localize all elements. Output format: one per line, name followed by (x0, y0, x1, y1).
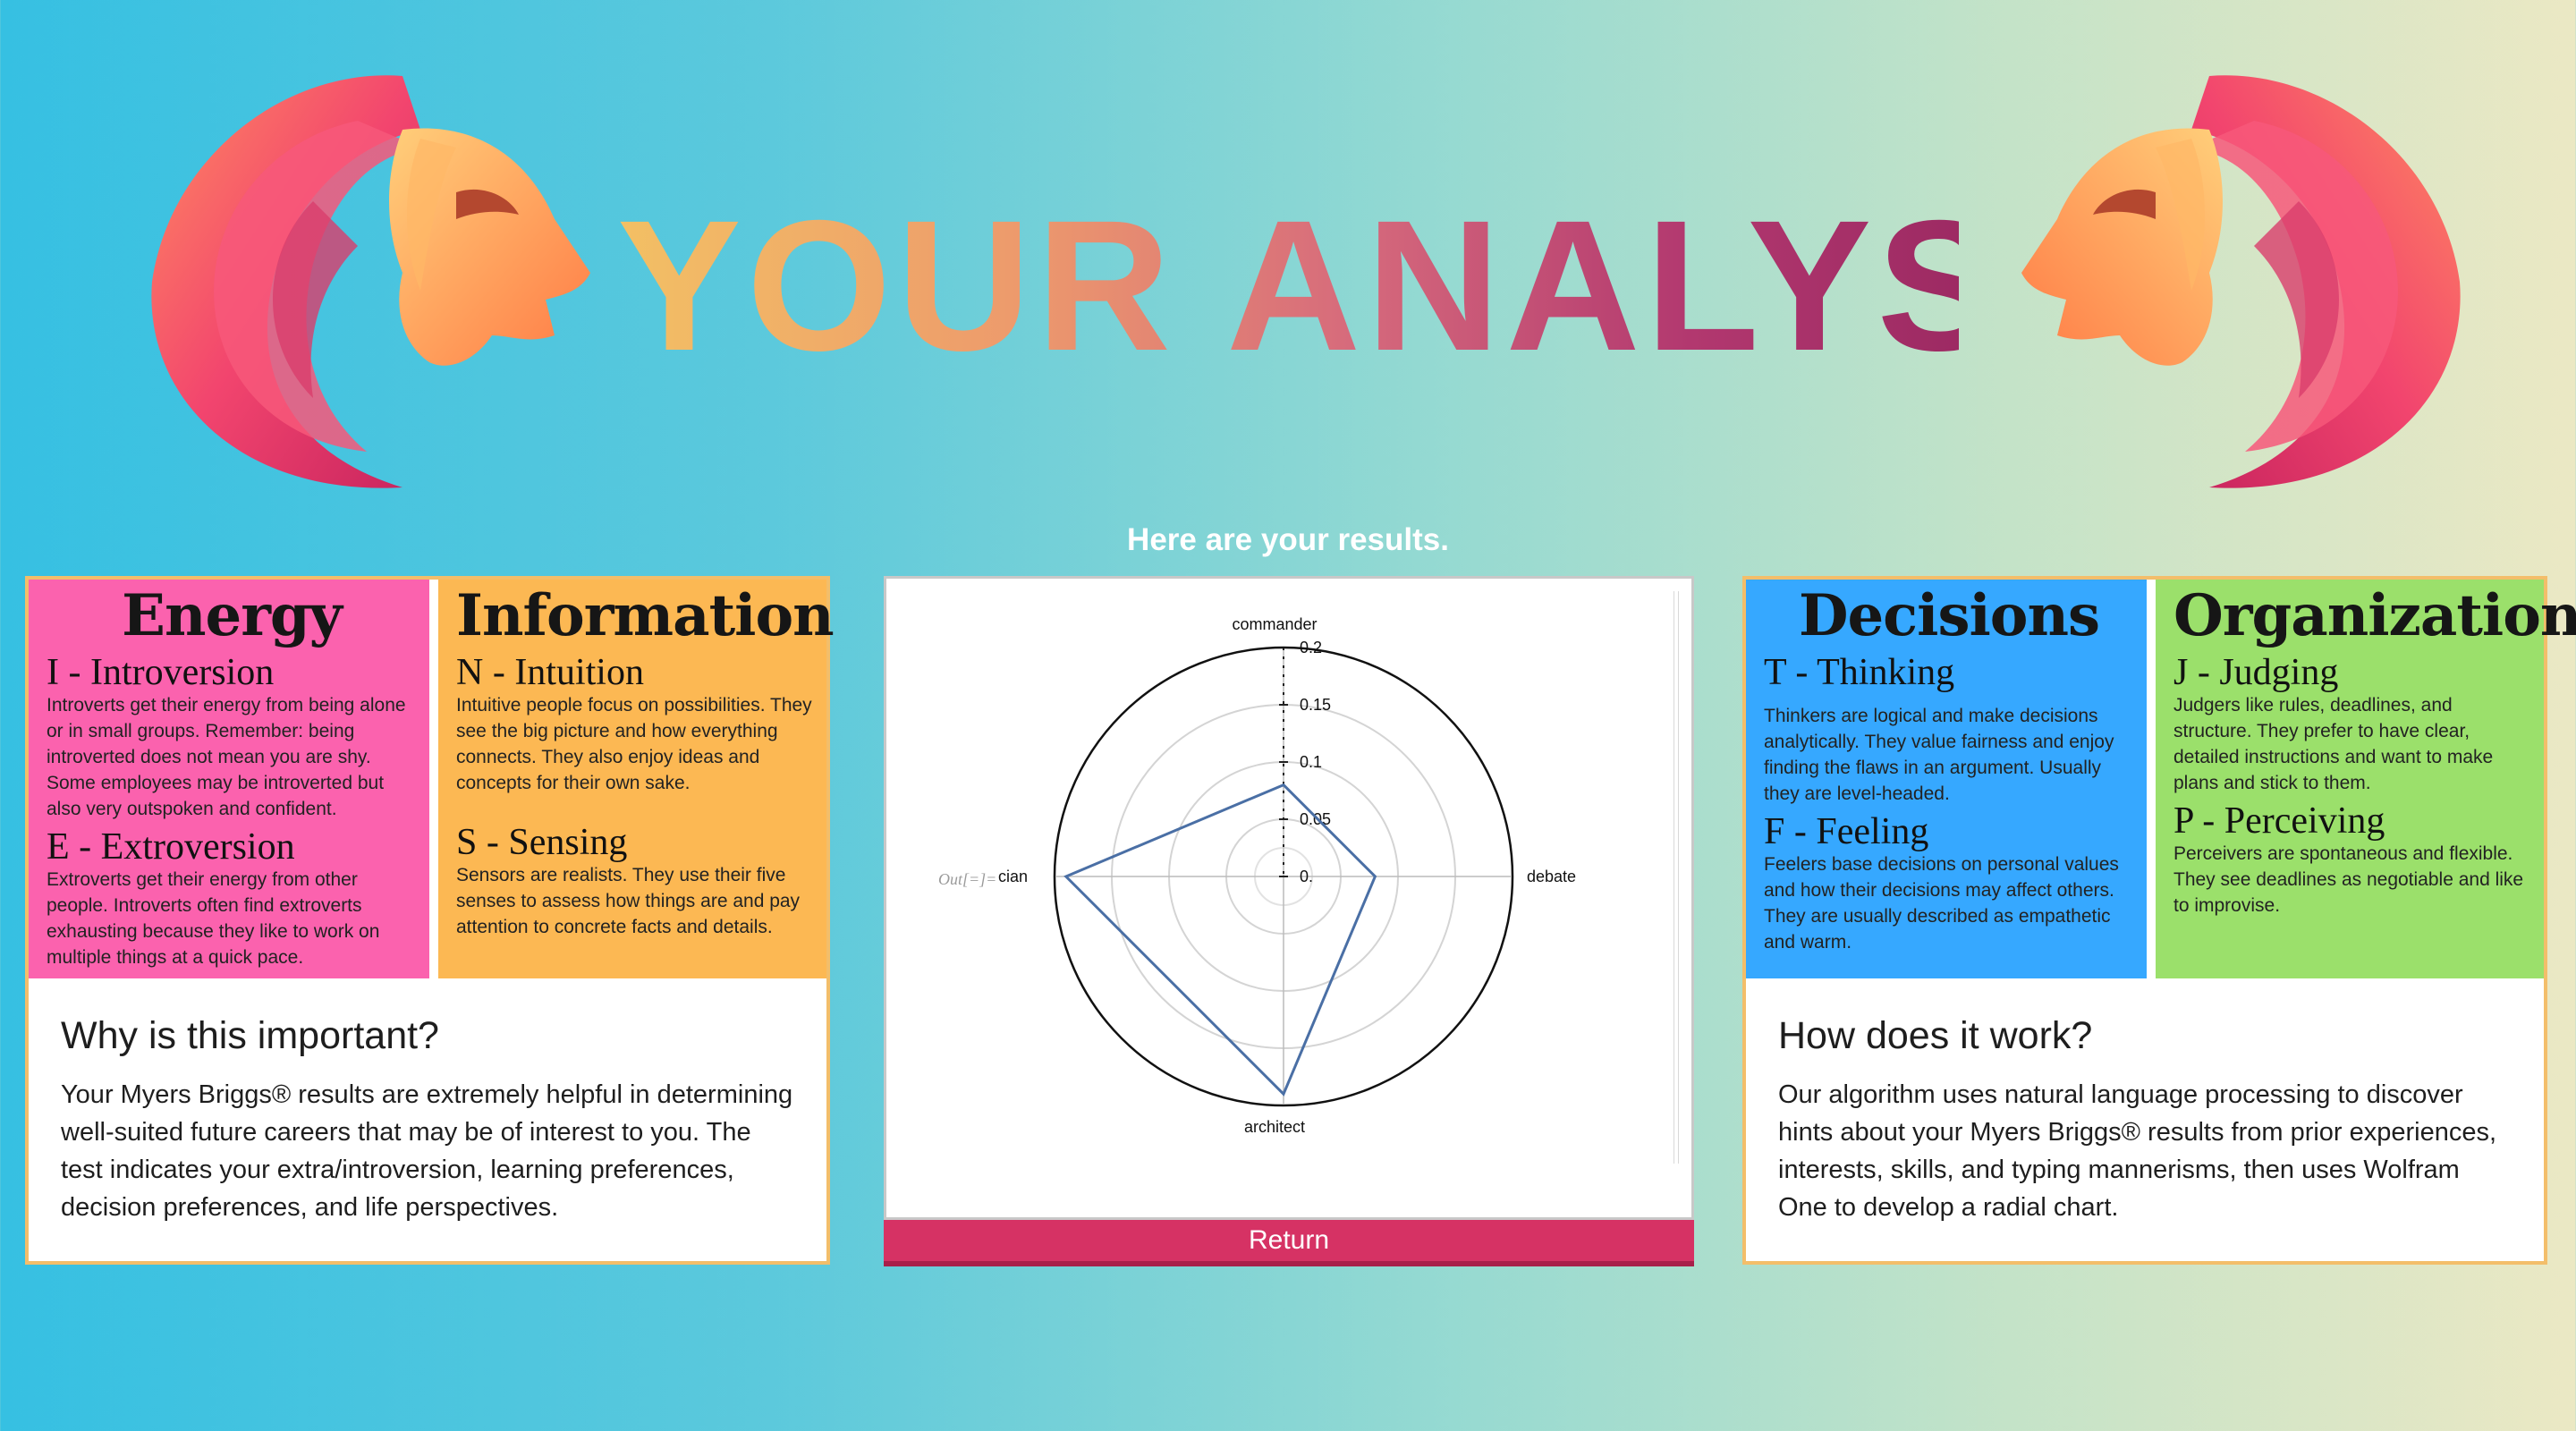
judging-title: J - Judging (2174, 652, 2339, 693)
feeling-title: F - Feeling (1764, 811, 1929, 852)
return-button[interactable]: Return (884, 1220, 1694, 1266)
organization-heading: Organization (2174, 582, 2576, 649)
radar-series-line (1063, 783, 1377, 1097)
divider (429, 580, 438, 978)
energy-section: Energy I - Introversion Introverts get t… (29, 580, 429, 978)
why-title: Why is this important? (61, 1014, 439, 1057)
judging-text: Judgers like rules, deadlines, and struc… (2174, 695, 2494, 793)
tick-label: 0.05 (1300, 810, 1331, 828)
tick-label: 0. (1300, 868, 1313, 885)
tick-label: 0.2 (1300, 639, 1322, 656)
information-section: Information N - Intuition Intuitive peop… (438, 580, 835, 978)
category-label: architect (1244, 1118, 1305, 1136)
radar-chart: 0. 0.05 0.1 0.15 0.2 commander debate architec… (938, 615, 1576, 1136)
how-title: How does it work? (1778, 1014, 2093, 1057)
decisions-organization-card: Decisions T - Thinking Thinkers are logi… (1742, 576, 2576, 1265)
why-section: Why is this important? Your Myers Briggs… (61, 1014, 794, 1226)
results-subtitle: Here are your results. (1127, 522, 1449, 557)
sensing-title: S - Sensing (456, 822, 628, 863)
decisions-heading: Decisions (1798, 582, 2100, 649)
divider (2147, 580, 2156, 978)
extroversion-text: Extroverts get their energy from other p… (47, 869, 380, 968)
energy-heading: Energy (122, 582, 343, 649)
introversion-title: I - Introversion (47, 652, 275, 693)
feeling-text: Feelers base decisions on personal value… (1764, 854, 2119, 953)
perceiving-title: P - Perceiving (2174, 800, 2385, 842)
intuition-text: Intuitive people focus on possibilities.… (456, 695, 812, 793)
page-title: YOUR ANALYSIS (617, 179, 2188, 394)
energy-information-card: Energy I - Introversion Introverts get t… (25, 576, 835, 1265)
category-label: debate (1527, 868, 1576, 885)
information-heading: Information (456, 582, 835, 649)
how-section: How does it work? Our algorithm uses nat… (1778, 1014, 2512, 1226)
why-text: Your Myers Briggs® results are extremely… (61, 1080, 793, 1222)
tick-label: 0.15 (1300, 696, 1331, 714)
introversion-text: Introverts get their energy from being a… (47, 695, 406, 819)
scrollbar[interactable] (1674, 591, 1679, 1164)
radar-chart-frame: 0. 0.05 0.1 0.15 0.2 commander debate architec… (884, 576, 1694, 1220)
perceiving-text: Perceivers are spontaneous and flexible.… (2174, 843, 2524, 916)
thinking-title: T - Thinking (1764, 652, 1955, 693)
intuition-title: N - Intuition (456, 652, 644, 693)
output-label: Out[=]= (938, 870, 996, 888)
extroversion-title: E - Extroversion (47, 826, 295, 868)
lion-logo-left (151, 75, 590, 488)
category-label: commander (1232, 615, 1317, 633)
sensing-text: Sensors are realists. They use their fiv… (456, 865, 801, 937)
category-label: cian (998, 868, 1028, 885)
decisions-section: Decisions T - Thinking Thinkers are logi… (1746, 580, 2147, 978)
organization-section: Organization J - Judging Judgers like ru… (2156, 580, 2576, 978)
how-text: Our algorithm uses natural language proc… (1778, 1080, 2497, 1222)
thinking-text: Thinkers are logical and make decisions … (1764, 706, 2114, 804)
tick-label: 0.1 (1300, 753, 1322, 771)
